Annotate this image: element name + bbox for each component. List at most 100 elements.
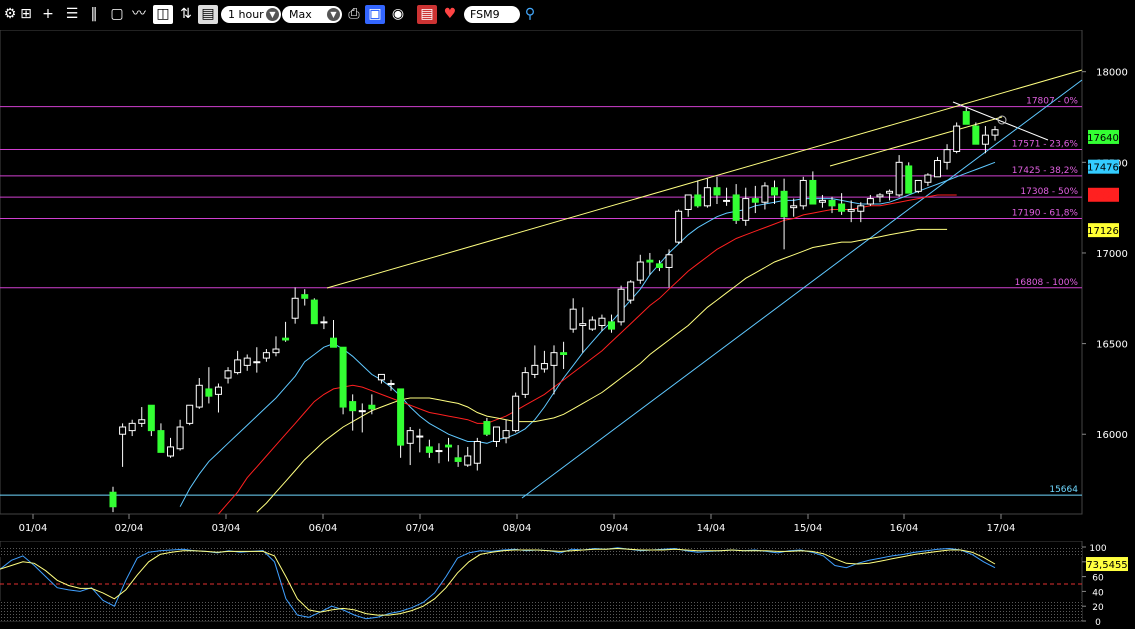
fib-level-label: 17190 - 61,8% [1012, 209, 1079, 219]
candle-body [809, 179, 817, 205]
interval-select[interactable]: 1 hour ▼ [221, 6, 281, 23]
candle-body [790, 205, 798, 209]
x-tick-label: 09/04 [600, 523, 629, 534]
cursor-icon[interactable]: + [38, 5, 58, 24]
candle-body [617, 288, 625, 323]
candle-body [713, 187, 721, 196]
y-tick-label: 18000 [1096, 68, 1128, 79]
y-tick-label: 16500 [1096, 340, 1128, 351]
interval-value: 1 hour [228, 8, 264, 21]
candle-body [397, 388, 405, 446]
candle-body [751, 198, 759, 203]
x-tick-label: 01/04 [19, 523, 48, 534]
period-icon[interactable]: ‖ [84, 5, 104, 24]
x-tick-label: 17/04 [987, 523, 1016, 534]
candle-body [655, 263, 663, 268]
draw-line-icon[interactable]: ☰ [62, 5, 82, 24]
candle-body [320, 321, 328, 324]
candle-body [473, 440, 481, 464]
x-tick-label: 14/04 [697, 523, 726, 534]
candle-body [330, 337, 337, 348]
candle-body [147, 404, 155, 432]
candle-body [828, 199, 836, 207]
price-tag: 17640 [1087, 129, 1119, 144]
oscillator-value-label: 73,5455 [1086, 560, 1127, 571]
candle-body [675, 210, 683, 243]
candle-body [838, 203, 846, 212]
support-label: 15664 [1049, 485, 1078, 495]
osc-y-tick-label: 20 [1092, 603, 1104, 613]
candle-chart-icon[interactable]: ◫ [153, 5, 173, 24]
line-chart-icon[interactable]: 〰 [129, 5, 149, 24]
chevron-down-icon: ▼ [327, 8, 340, 21]
candle-body [588, 319, 596, 330]
candle-body [771, 187, 778, 196]
candle-body [339, 346, 347, 408]
candle-body [972, 125, 980, 145]
candle-body [243, 357, 251, 366]
candle-body [310, 299, 318, 325]
range-value: Max [289, 8, 312, 21]
candle [627, 280, 635, 304]
osc-y-tick-label: 40 [1092, 588, 1104, 598]
print-icon[interactable]: ⎙ [344, 5, 364, 24]
candle-body [550, 352, 558, 366]
candle-body [665, 254, 673, 268]
candle-body [291, 297, 299, 319]
chevron-down-icon: ▼ [266, 8, 279, 21]
candle-body [857, 205, 865, 212]
candle [953, 122, 961, 154]
search-icon[interactable]: ⚲ [520, 5, 540, 24]
candle-body [167, 446, 175, 457]
candle-body [119, 426, 127, 435]
candle-body [502, 430, 510, 439]
candle-body [483, 421, 491, 435]
candle [339, 346, 347, 415]
candle-body [847, 208, 855, 212]
candle-body [464, 455, 472, 466]
candle-body [866, 198, 874, 205]
candle-body [579, 323, 587, 326]
candle [914, 179, 922, 194]
save-icon[interactable]: ▣ [365, 5, 385, 24]
x-tick-label: 08/04 [503, 523, 532, 534]
osc-y-tick-label: 0 [1095, 618, 1101, 628]
candle-body [128, 422, 136, 432]
oscillator-panel[interactable]: 100806040200 73,5455 [0, 541, 1135, 629]
candle-body [742, 198, 750, 221]
candle-body [492, 426, 500, 442]
candle-body [761, 185, 769, 203]
config-icon[interactable]: ⇅ [176, 5, 196, 24]
candle-body [425, 446, 433, 453]
select-box-icon[interactable]: ▢ [107, 5, 127, 24]
candle-body [895, 161, 903, 196]
alert-icon[interactable]: ♥ [440, 5, 460, 24]
candle-body [569, 308, 577, 330]
price-tag-label: 17126 [1087, 226, 1119, 237]
candle-body [521, 372, 529, 395]
candle-body [368, 404, 376, 410]
x-tick-label: 07/04 [406, 523, 435, 534]
candle-body [905, 165, 913, 194]
candle-body [943, 149, 951, 163]
osc-y-tick-label: 60 [1092, 574, 1104, 584]
candle [512, 392, 520, 433]
x-tick-label: 03/04 [212, 523, 241, 534]
candle-body [540, 363, 548, 370]
price-tag: 17126 [1087, 223, 1119, 238]
symbol-input[interactable]: FSM9 [464, 6, 520, 23]
price-chart[interactable]: 17807 - 0%17571 - 23,6%17425 - 38,2%1730… [0, 30, 1135, 540]
indicator-icon[interactable]: ▤ [417, 5, 437, 24]
range-select[interactable]: Max ▼ [282, 6, 342, 23]
candle [675, 209, 683, 244]
candle-body [627, 281, 635, 301]
globe-icon[interactable]: ◉ [388, 5, 408, 24]
news-icon[interactable]: ▤ [198, 5, 218, 24]
candle-body [195, 384, 203, 408]
candle-body [560, 352, 568, 355]
candle-body [914, 179, 922, 192]
candle-body [138, 419, 146, 424]
x-tick-label: 16/04 [890, 523, 919, 534]
crosshair-icon[interactable]: ⊞ [16, 5, 36, 24]
candle-body [886, 190, 894, 194]
